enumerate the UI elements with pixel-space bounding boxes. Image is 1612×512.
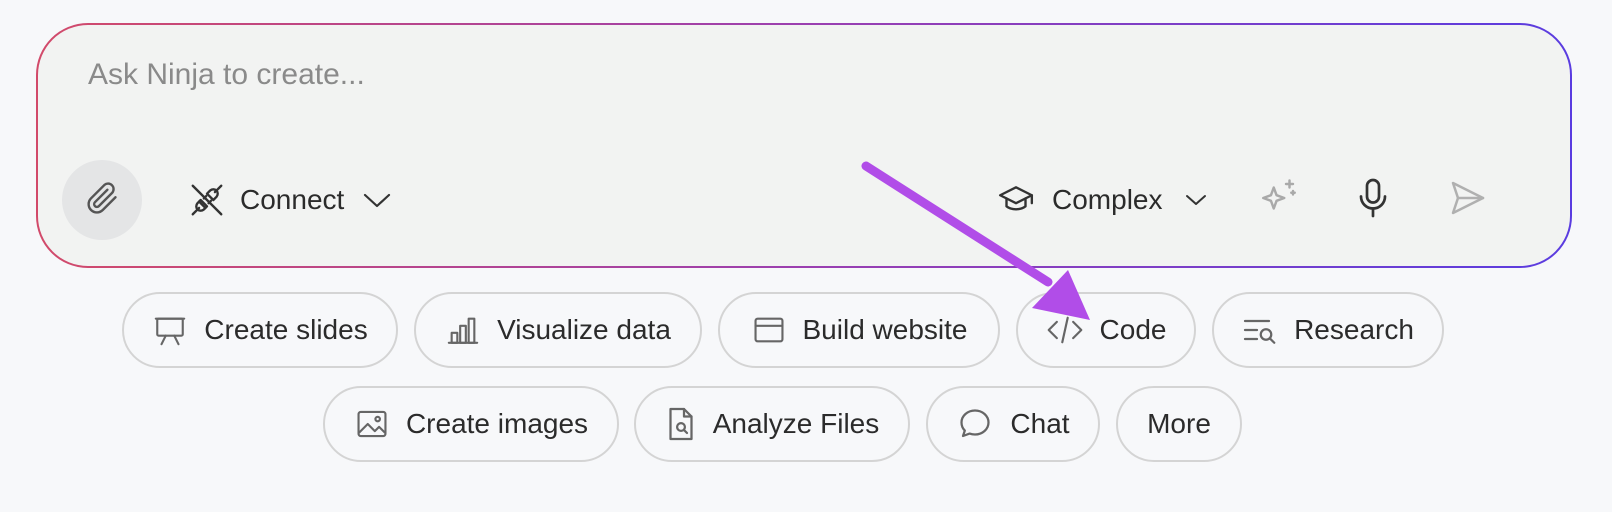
chip-label: Analyze Files <box>712 408 880 439</box>
chip-chat[interactable]: Chat <box>926 386 1100 462</box>
chip-build-website[interactable]: Build website <box>718 292 1000 368</box>
paperclip-icon <box>84 180 120 221</box>
chip-research[interactable]: Research <box>1212 292 1444 368</box>
send-icon <box>1448 178 1488 223</box>
chip-analyze-files[interactable]: Analyze Files <box>634 386 910 462</box>
microphone-icon <box>1355 177 1391 224</box>
browser-window-icon <box>751 313 787 347</box>
chip-label: Create images <box>405 408 589 439</box>
attach-button[interactable] <box>62 160 142 240</box>
mode-label: Complex <box>1052 184 1163 215</box>
chevron-down-icon <box>1184 192 1208 208</box>
chip-more[interactable]: More <box>1116 386 1242 462</box>
chip-label: Create slides <box>204 314 368 345</box>
chip-label: Research <box>1294 314 1414 345</box>
sparkle-icon <box>1258 177 1300 224</box>
code-icon <box>1046 315 1084 345</box>
sparkle-button[interactable] <box>1254 175 1304 225</box>
connect-button[interactable]: Connect <box>188 177 392 223</box>
graduation-cap-icon <box>996 181 1036 219</box>
prompt-box: Connect Complex <box>36 23 1572 268</box>
microphone-button[interactable] <box>1348 175 1398 225</box>
chip-label: Build website <box>802 314 968 345</box>
search-list-icon <box>1242 315 1278 345</box>
page: Connect Complex <box>0 0 1612 512</box>
chevron-down-icon <box>362 191 392 209</box>
prompt-input[interactable] <box>86 49 1290 101</box>
image-icon <box>354 407 390 441</box>
plug-icon <box>188 181 226 219</box>
chip-label: Chat <box>1010 408 1070 439</box>
chip-visualize-data[interactable]: Visualize data <box>414 292 702 368</box>
send-button[interactable] <box>1443 175 1493 225</box>
mode-selector[interactable]: Complex <box>996 177 1208 223</box>
chip-label: Visualize data <box>497 314 671 345</box>
chat-bubble-icon <box>956 406 994 442</box>
chip-create-slides[interactable]: Create slides <box>122 292 398 368</box>
file-search-icon <box>665 406 697 442</box>
chip-create-images[interactable]: Create images <box>323 386 619 462</box>
connect-label: Connect <box>240 184 345 215</box>
bar-chart-icon <box>445 313 481 347</box>
chip-label: More <box>1147 408 1211 439</box>
presentation-board-icon <box>152 313 188 347</box>
prompt-box-inner: Connect Complex <box>38 25 1570 266</box>
chip-code[interactable]: Code <box>1016 292 1196 368</box>
chip-label: Code <box>1099 314 1167 345</box>
